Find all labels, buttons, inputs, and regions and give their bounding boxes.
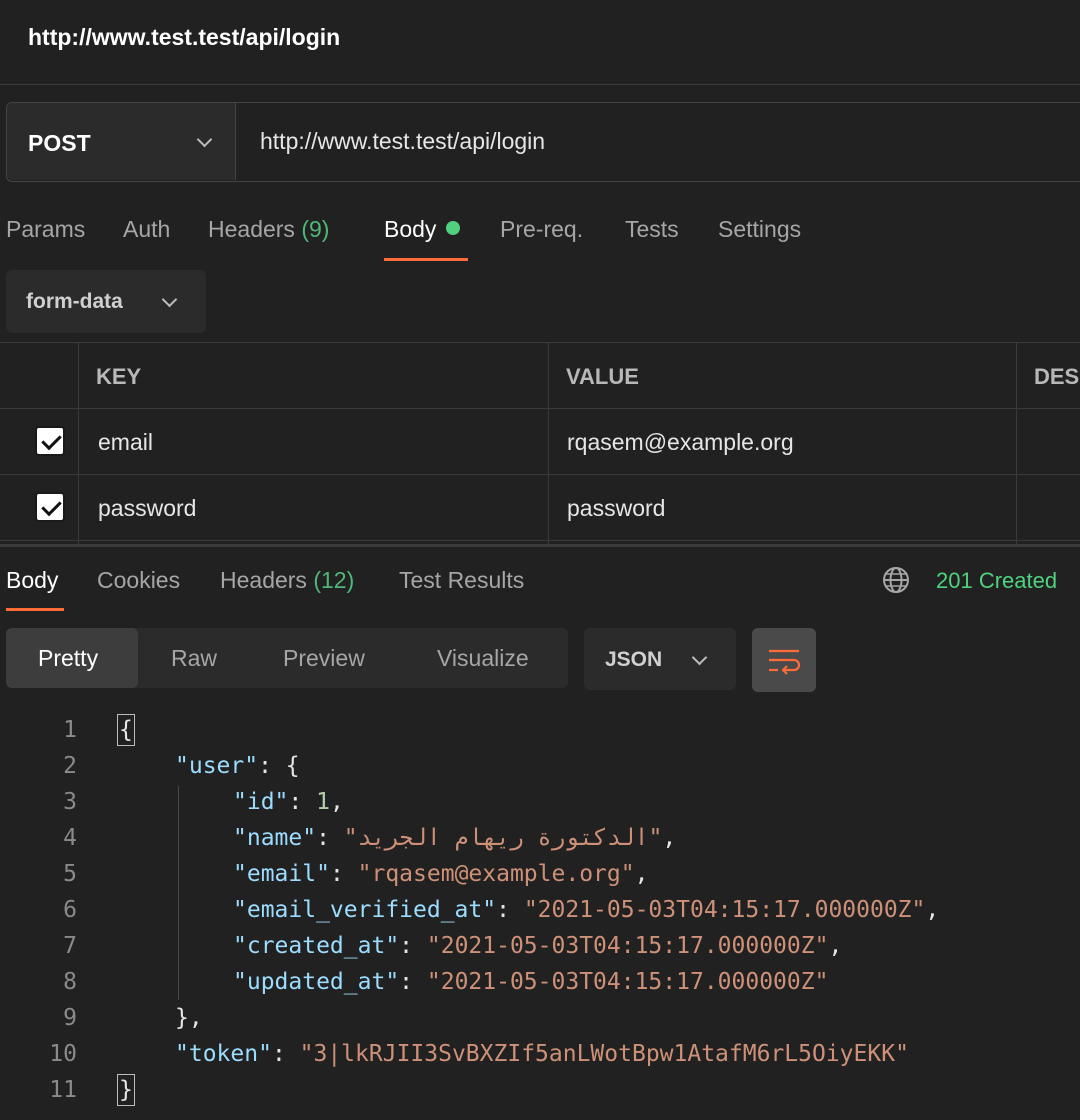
row-value-password[interactable]: password — [567, 495, 665, 522]
json-key-name: "name" — [233, 825, 317, 851]
view-mode-visualize[interactable]: Visualize — [437, 645, 529, 672]
table-column-divider — [1016, 342, 1017, 544]
table-header-border — [0, 408, 1080, 409]
json-value-email: "rqasem@example.org" — [357, 861, 635, 887]
url-input[interactable]: http://www.test.test/api/login — [260, 128, 545, 155]
tab-settings[interactable]: Settings — [718, 216, 801, 243]
view-mode-raw[interactable]: Raw — [171, 645, 217, 672]
tab-body-label: Body — [384, 216, 437, 242]
json-line-updated: "updated_at": "2021-05-03T04:15:17.00000… — [233, 969, 829, 995]
json-value-token: "3|lkRJII3SvBXZIf5anLWotBpw1AtafM6rL5Oiy… — [299, 1041, 909, 1067]
json-key-email: "email" — [233, 861, 330, 887]
response-tab-headers[interactable]: Headers (12) — [220, 567, 354, 594]
json-key-id: "id" — [233, 789, 289, 815]
json-value-email-verified: "2021-05-03T04:15:17.000000Z" — [523, 897, 926, 923]
view-mode-pretty[interactable]: Pretty — [38, 645, 98, 672]
json-line-email-verified: "email_verified_at": "2021-05-03T04:15:1… — [233, 897, 940, 923]
method-label[interactable]: POST — [28, 130, 91, 157]
tab-body[interactable]: Body — [384, 216, 461, 243]
row-key-email[interactable]: email — [98, 429, 153, 456]
table-row-border — [0, 474, 1080, 475]
json-line-name: "name": "الدكتورة ريهام الجريد", — [233, 825, 677, 851]
tab-headers-count: (9) — [301, 216, 330, 242]
response-tab-body-underline — [6, 608, 64, 611]
row-key-password[interactable]: password — [98, 495, 196, 522]
line-number: 2 — [63, 753, 77, 779]
json-value-created: "2021-05-03T04:15:17.000000Z" — [426, 933, 829, 959]
line-number: 1 — [63, 717, 77, 743]
tab-headers[interactable]: Headers (9) — [208, 216, 329, 243]
response-pane-resize-handle[interactable] — [0, 544, 1080, 547]
modified-dot-icon — [446, 221, 461, 235]
globe-icon[interactable] — [882, 566, 910, 594]
json-key-user: "user" — [175, 753, 259, 779]
line-number: 11 — [49, 1077, 77, 1103]
json-key-email-verified: "email_verified_at" — [233, 897, 497, 923]
tab-tests[interactable]: Tests — [625, 216, 679, 243]
indent-guide — [178, 786, 179, 1000]
wrap-lines-icon — [769, 649, 801, 675]
row-value-email[interactable]: rqasem@example.org — [567, 429, 794, 456]
table-top-border — [0, 342, 1080, 343]
response-tab-headers-count: (12) — [313, 567, 355, 593]
response-tab-test-results[interactable]: Test Results — [399, 567, 524, 594]
column-header-value: VALUE — [566, 364, 639, 389]
tab-params[interactable]: Params — [6, 216, 85, 243]
line-number: 10 — [49, 1041, 77, 1067]
json-user-open: : { — [258, 753, 300, 779]
response-tab-headers-label: Headers — [220, 567, 307, 593]
json-line-user: "user": { — [175, 753, 300, 779]
line-number: 6 — [63, 897, 77, 923]
table-column-divider — [78, 342, 79, 544]
wrap-lines-button[interactable] — [752, 628, 816, 692]
line-number: 4 — [63, 825, 77, 851]
json-key-updated: "updated_at" — [233, 969, 400, 995]
row-checkbox-email[interactable] — [35, 426, 65, 456]
line-number: 5 — [63, 861, 77, 887]
json-value-name: "الدكتورة ريهام الجريد" — [343, 825, 663, 851]
response-tab-body[interactable]: Body — [6, 567, 58, 594]
json-line-id: "id": 1, — [233, 789, 344, 815]
body-mode-label[interactable]: form-data — [26, 290, 123, 314]
view-mode-preview[interactable]: Preview — [283, 645, 365, 672]
tab-auth[interactable]: Auth — [123, 216, 170, 243]
json-line-email: "email": "rqasem@example.org", — [233, 861, 649, 887]
response-status: 201 Created — [936, 568, 1058, 593]
json-line-created: "created_at": "2021-05-03T04:15:17.00000… — [233, 933, 843, 959]
json-line-token: "token": "3|lkRJII3SvBXZIf5anLWotBpw1Ata… — [175, 1041, 909, 1067]
line-number: 7 — [63, 933, 77, 959]
json-key-token: "token" — [175, 1041, 272, 1067]
tab-headers-label: Headers — [208, 216, 295, 242]
tab-prereq[interactable]: Pre-req. — [500, 216, 583, 243]
line-number: 8 — [63, 969, 77, 995]
table-column-divider — [548, 342, 549, 544]
table-row-border — [0, 540, 1080, 541]
request-title[interactable]: http://www.test.test/api/login — [28, 24, 340, 51]
tab-body-underline — [384, 258, 468, 261]
line-number: 3 — [63, 789, 77, 815]
response-tab-cookies[interactable]: Cookies — [97, 567, 180, 594]
json-user-close: }, — [175, 1005, 203, 1031]
json-value-updated: "2021-05-03T04:15:17.000000Z" — [426, 969, 829, 995]
column-header-key: KEY — [96, 364, 142, 389]
json-value-id: 1 — [316, 789, 330, 815]
json-close-brace: } — [117, 1074, 135, 1106]
format-label[interactable]: JSON — [605, 648, 662, 672]
json-open-brace: { — [117, 714, 135, 746]
json-key-created: "created_at" — [233, 933, 400, 959]
column-header-description: DES — [1034, 364, 1080, 389]
line-number: 9 — [63, 1005, 77, 1031]
row-checkbox-password[interactable] — [35, 492, 65, 522]
